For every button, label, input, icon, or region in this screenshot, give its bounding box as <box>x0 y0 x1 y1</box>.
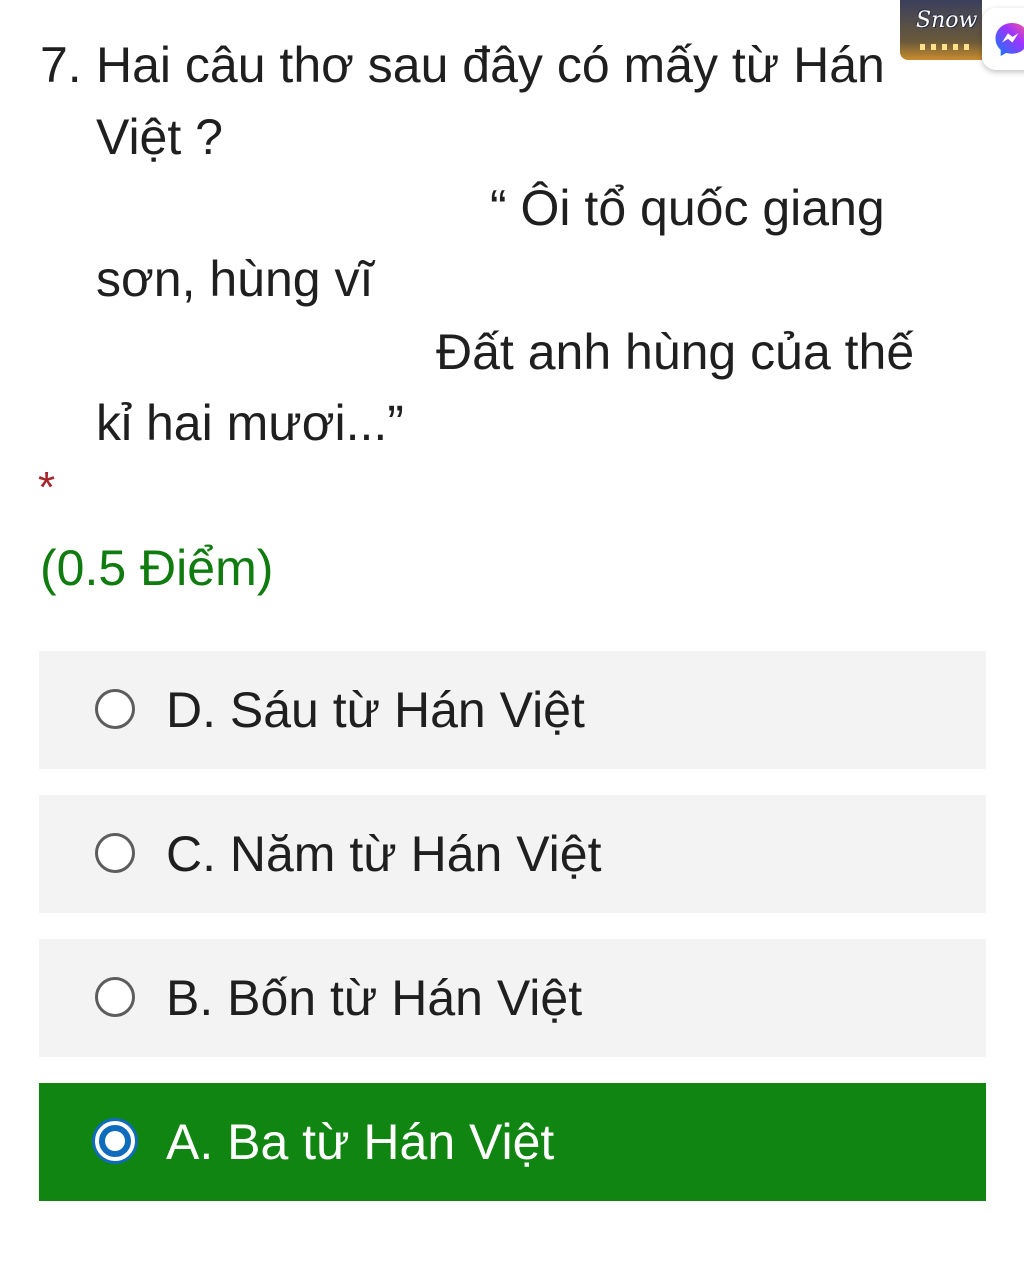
option-label: C. Năm từ Hán Việt <box>166 826 602 882</box>
string-lights-icon <box>920 44 970 50</box>
points-label: (0.5 Điểm) <box>40 540 274 596</box>
radio-selected-icon[interactable] <box>95 1121 135 1161</box>
messenger-chat-head[interactable] <box>982 8 1024 70</box>
quiz-page: 7. Hai câu thơ sau đây có mấy từ Hán Việ… <box>0 0 1024 1280</box>
option-b[interactable]: B. Bốn từ Hán Việt <box>39 939 986 1057</box>
option-c[interactable]: C. Năm từ Hán Việt <box>39 795 986 913</box>
option-label: B. Bốn từ Hán Việt <box>166 970 583 1026</box>
question-text-line-1: Hai câu thơ sau đây có mấy từ Hán <box>96 37 885 93</box>
poem-line-2a: Đất anh hùng của thế <box>436 324 915 380</box>
option-label: D. Sáu từ Hán Việt <box>166 682 585 738</box>
radio-unselected-icon[interactable] <box>95 977 135 1017</box>
poem-line-1b: sơn, hùng vĩ <box>96 251 374 307</box>
question-text-line-2: Việt ? <box>96 109 223 165</box>
question-number: 7. <box>40 37 82 93</box>
option-label: A. Ba từ Hán Việt <box>166 1114 555 1170</box>
option-a[interactable]: A. Ba từ Hán Việt <box>39 1083 986 1201</box>
option-d[interactable]: D. Sáu từ Hán Việt <box>39 651 986 769</box>
snow-badge-text: Snow <box>916 8 978 33</box>
snow-badge[interactable]: Snow <box>900 0 982 60</box>
messenger-icon <box>995 23 1024 56</box>
poem-line-1a: “ Ôi tổ quốc giang <box>490 180 885 236</box>
answer-options: D. Sáu từ Hán Việt C. Năm từ Hán Việt B.… <box>39 651 986 1227</box>
poem-line-2b: kỉ hai mươi...” <box>96 395 404 451</box>
required-mark: * <box>38 463 56 512</box>
radio-unselected-icon[interactable] <box>95 833 135 873</box>
radio-unselected-icon[interactable] <box>95 689 135 729</box>
